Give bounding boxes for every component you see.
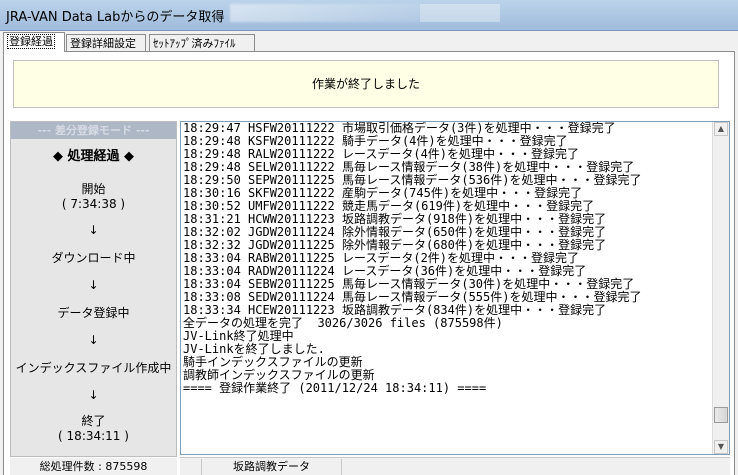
step-index-creation: インデックスファイル作成中 bbox=[15, 361, 172, 375]
window-title: JRA-VAN Data Labからのデータ取得 bbox=[6, 10, 225, 25]
step-start: 開始 ( 7:34:38 ) bbox=[11, 180, 176, 211]
tab-setup-files[interactable]: ｾｯﾄｱｯﾌﾟ済みﾌｧｲﾙ bbox=[149, 34, 255, 51]
scroll-thumb[interactable] bbox=[714, 407, 728, 423]
progress-sidebar: --- 差分登録モード --- ◆ 処理経過 ◆ 開始 ( 7:34:38 ) … bbox=[10, 121, 177, 457]
step-data-registration: データ登録中 bbox=[57, 306, 130, 320]
tab-label: ｾｯﾄｱｯﾌﾟ済みﾌｧｲﾙ bbox=[153, 37, 236, 50]
log-lines: 18:29:47 HSFW20111222 市場取引価格データ(3件)を処理中・… bbox=[183, 122, 713, 395]
title-bar-glow-2 bbox=[420, 4, 500, 22]
step-time: ( 18:34:11 ) bbox=[58, 429, 129, 443]
step-download: ダウンロード中 bbox=[51, 251, 136, 265]
title-bar[interactable]: JRA-VAN Data Labからのデータ取得 bbox=[0, 0, 738, 31]
total-processed-count: 総処理件数 : 875598 bbox=[10, 458, 177, 475]
down-arrow-icon: ↓ bbox=[88, 333, 99, 347]
vertical-scrollbar[interactable]: ▲ ▼ bbox=[712, 122, 729, 454]
app-window: JRA-VAN Data Labからのデータ取得 登録経過 登録詳細設定 ｾｯﾄ… bbox=[0, 0, 738, 475]
tab-label: 登録経過 bbox=[7, 34, 55, 49]
scroll-up-arrow-icon[interactable]: ▲ bbox=[714, 122, 728, 136]
down-arrow-icon: ↓ bbox=[88, 278, 99, 292]
status-cell-empty bbox=[180, 459, 202, 475]
step-finish: 終了 ( 18:34:11 ) bbox=[11, 412, 176, 443]
step-label: 終了 bbox=[81, 414, 106, 428]
down-arrow-icon: ↓ bbox=[88, 388, 99, 402]
progress-heading: ◆ 処理経過 ◆ bbox=[52, 149, 135, 164]
scroll-down-arrow-icon[interactable]: ▼ bbox=[714, 440, 728, 454]
down-arrow-icon: ↓ bbox=[88, 223, 99, 237]
tab-label: 登録詳細設定 bbox=[70, 37, 136, 50]
tab-strip: 登録経過 登録詳細設定 ｾｯﾄｱｯﾌﾟ済みﾌｧｲﾙ bbox=[3, 32, 735, 52]
tab-registration-progress[interactable]: 登録経過 bbox=[3, 32, 65, 52]
status-current-item: 坂路調教データ bbox=[202, 459, 342, 475]
tab-registration-details[interactable]: 登録詳細設定 bbox=[66, 34, 146, 51]
mode-label: --- 差分登録モード --- bbox=[11, 122, 176, 139]
step-time: ( 7:34:38 ) bbox=[61, 197, 126, 211]
step-label: 開始 bbox=[81, 182, 106, 196]
log-textbox[interactable]: 18:29:47 HSFW20111222 市場取引価格データ(3件)を処理中・… bbox=[180, 121, 730, 455]
status-bar: 坂路調教データ bbox=[180, 457, 730, 475]
log-line: ==== 登録作業終了 (2011/12/24 18:34:11) ==== bbox=[183, 381, 487, 395]
completion-banner: 作業が終了しました bbox=[13, 60, 719, 108]
title-bar-glow bbox=[230, 4, 420, 22]
